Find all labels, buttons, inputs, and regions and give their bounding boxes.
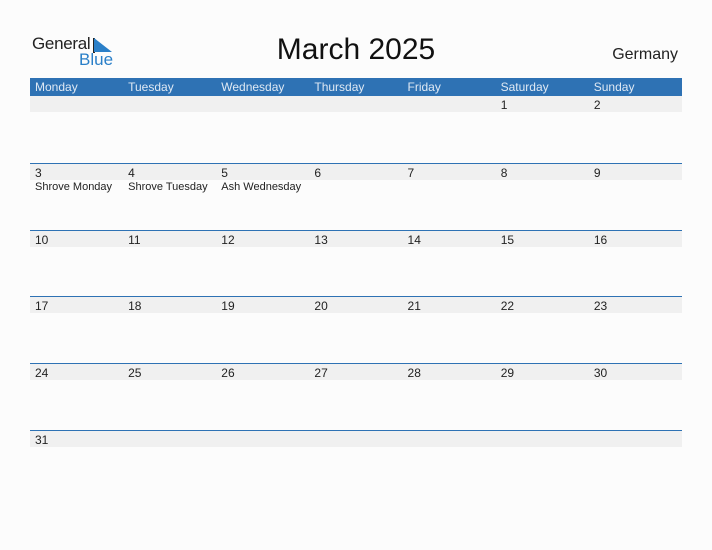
day-number: 5 bbox=[221, 166, 228, 180]
day-cell: 25 bbox=[123, 364, 216, 430]
day-cell bbox=[589, 431, 682, 497]
day-cell: 11 bbox=[123, 231, 216, 297]
day-number: 8 bbox=[500, 166, 508, 180]
day-number: 9 bbox=[593, 166, 601, 180]
day-number: 28 bbox=[407, 366, 421, 380]
day-cell: 2 bbox=[589, 96, 682, 162]
day-number: 4 bbox=[128, 166, 135, 180]
day-cell: 3 Shrove Monday bbox=[30, 164, 123, 230]
day-number: 2 bbox=[593, 98, 601, 112]
day-cell: 7 bbox=[403, 164, 496, 230]
day-cell: 18 bbox=[123, 297, 216, 363]
day-cell: 21 bbox=[403, 297, 496, 363]
day-number: 6 bbox=[314, 166, 322, 180]
day-number: 15 bbox=[500, 233, 515, 247]
day-cell bbox=[30, 96, 123, 162]
day-number: 13 bbox=[314, 233, 328, 247]
weekday-monday: Monday bbox=[35, 80, 78, 94]
day-number: 24 bbox=[35, 366, 49, 380]
day-cell: 5 Ash Wednesday bbox=[216, 164, 309, 230]
weekday-sunday: Sunday bbox=[593, 80, 635, 94]
day-cell: 15 bbox=[496, 231, 589, 297]
day-cell: 23 bbox=[589, 297, 682, 363]
day-number: 21 bbox=[407, 299, 421, 313]
day-number: 20 bbox=[314, 299, 328, 313]
day-cell: 19 bbox=[216, 297, 309, 363]
week-row: 10 11 12 13 14 15 16 bbox=[30, 230, 682, 297]
day-number: 30 bbox=[593, 366, 608, 380]
day-cell: 14 bbox=[403, 231, 496, 297]
day-cell: 6 bbox=[309, 164, 402, 230]
day-number: 23 bbox=[593, 299, 608, 313]
day-cell: 28 bbox=[403, 364, 496, 430]
day-number: 29 bbox=[500, 366, 515, 380]
day-number: 7 bbox=[407, 166, 415, 180]
weekday-tuesday: Tuesday bbox=[128, 80, 174, 94]
day-number: 19 bbox=[221, 299, 235, 313]
day-cell: 29 bbox=[496, 364, 589, 430]
day-number: 1 bbox=[500, 98, 508, 112]
day-cell: 9 bbox=[589, 164, 682, 230]
weekday-header: Monday Tuesday Wednesday Thursday Friday… bbox=[30, 78, 682, 96]
day-cell: 4 Shrove Tuesday bbox=[123, 164, 216, 230]
day-number: 11 bbox=[128, 233, 141, 247]
day-cell: 24 bbox=[30, 364, 123, 430]
day-cell bbox=[309, 96, 402, 162]
day-cell: 31 bbox=[30, 431, 123, 497]
day-cell bbox=[309, 431, 402, 497]
week-row: 24 25 26 27 28 29 30 bbox=[30, 363, 682, 430]
day-cell: 8 bbox=[496, 164, 589, 230]
holiday-label: Ash Wednesday bbox=[221, 181, 302, 193]
day-cell: 10 bbox=[30, 231, 123, 297]
day-number: 25 bbox=[128, 366, 142, 380]
day-cell: 30 bbox=[589, 364, 682, 430]
weekday-wednesday: Wednesday bbox=[221, 80, 285, 94]
day-number: 26 bbox=[221, 366, 235, 380]
day-number: 18 bbox=[128, 299, 142, 313]
week-row: 3 Shrove Monday 4 Shrove Tuesday 5 Ash Wednes… bbox=[30, 163, 682, 230]
day-number: 31 bbox=[35, 433, 49, 447]
day-number: 22 bbox=[500, 299, 515, 313]
day-cell bbox=[403, 431, 496, 497]
day-cell: 12 bbox=[216, 231, 309, 297]
holiday-label: Shrove Tuesday bbox=[128, 181, 208, 193]
weekday-saturday: Saturday bbox=[500, 80, 549, 94]
day-cell bbox=[123, 96, 216, 162]
day-cell: 13 bbox=[309, 231, 402, 297]
day-cell: 22 bbox=[496, 297, 589, 363]
day-number: 17 bbox=[35, 299, 49, 313]
day-cell bbox=[216, 96, 309, 162]
day-cell bbox=[496, 431, 589, 497]
day-cell: 26 bbox=[216, 364, 309, 430]
country-label: Germany bbox=[612, 46, 678, 63]
day-cell: 17 bbox=[30, 297, 123, 363]
day-cell bbox=[123, 431, 216, 497]
day-number: 12 bbox=[221, 233, 235, 247]
day-cell: 27 bbox=[309, 364, 402, 430]
page-title: March 2025 bbox=[276, 33, 436, 66]
day-cell bbox=[216, 431, 309, 497]
day-cell: 16 bbox=[589, 231, 682, 297]
day-number: 16 bbox=[593, 233, 608, 247]
week-row: 12 bbox=[30, 96, 682, 162]
day-number: 27 bbox=[314, 366, 328, 380]
weekday-friday: Friday bbox=[407, 80, 441, 94]
day-number: 14 bbox=[407, 233, 421, 247]
day-number: 10 bbox=[35, 233, 49, 247]
day-cell bbox=[403, 96, 496, 162]
day-cell: 20 bbox=[309, 297, 402, 363]
week-row: 17 18 19 20 21 22 23 bbox=[30, 296, 682, 363]
weekday-thursday: Thursday bbox=[314, 80, 365, 94]
week-row: 31 bbox=[30, 430, 682, 497]
day-number: 3 bbox=[35, 166, 42, 180]
day-cell: 1 bbox=[496, 96, 589, 162]
holiday-label: Shrove Monday bbox=[35, 181, 113, 193]
